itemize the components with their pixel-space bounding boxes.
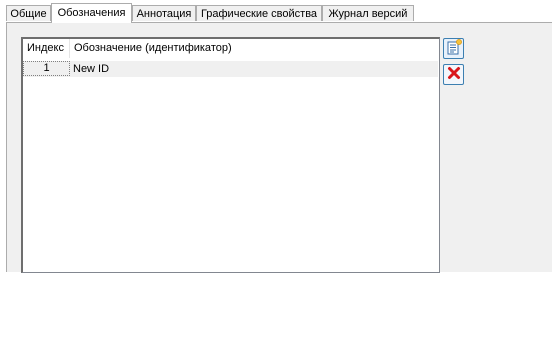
add-button[interactable] <box>443 38 464 59</box>
column-header-index[interactable]: Индекс <box>23 39 70 58</box>
column-header-label: Обозначение (идентификатор) <box>74 42 232 54</box>
row-id-cell[interactable]: New ID <box>73 61 109 77</box>
table-row[interactable]: 1 New ID <box>23 61 438 77</box>
table-header: Индекс Обозначение (идентификатор) <box>23 39 439 59</box>
tab-general[interactable]: Общие <box>6 5 51 21</box>
tab-label: Журнал версий <box>328 8 408 20</box>
red-x-delete-icon <box>447 66 461 83</box>
column-header-label: Индекс <box>27 42 64 54</box>
tab-label: Общие <box>10 8 47 20</box>
tab-annotation[interactable]: Аннотация <box>132 5 196 21</box>
tab-version-log[interactable]: Журнал версий <box>322 5 414 21</box>
tab-designations[interactable]: Обозначения <box>51 3 132 23</box>
delete-button[interactable] <box>443 64 464 85</box>
column-header-designation[interactable]: Обозначение (идентификатор) <box>70 39 438 58</box>
tab-graphic-properties[interactable]: Графические свойства <box>196 5 322 21</box>
tab-label: Аннотация <box>136 8 192 20</box>
designations-table[interactable]: Индекс Обозначение (идентификатор) 1 New… <box>21 37 440 273</box>
add-document-icon <box>446 39 462 58</box>
row-index-cell[interactable]: 1 <box>23 61 70 76</box>
tab-label: Графические свойства <box>200 8 318 20</box>
tab-label: Обозначения <box>57 7 126 19</box>
